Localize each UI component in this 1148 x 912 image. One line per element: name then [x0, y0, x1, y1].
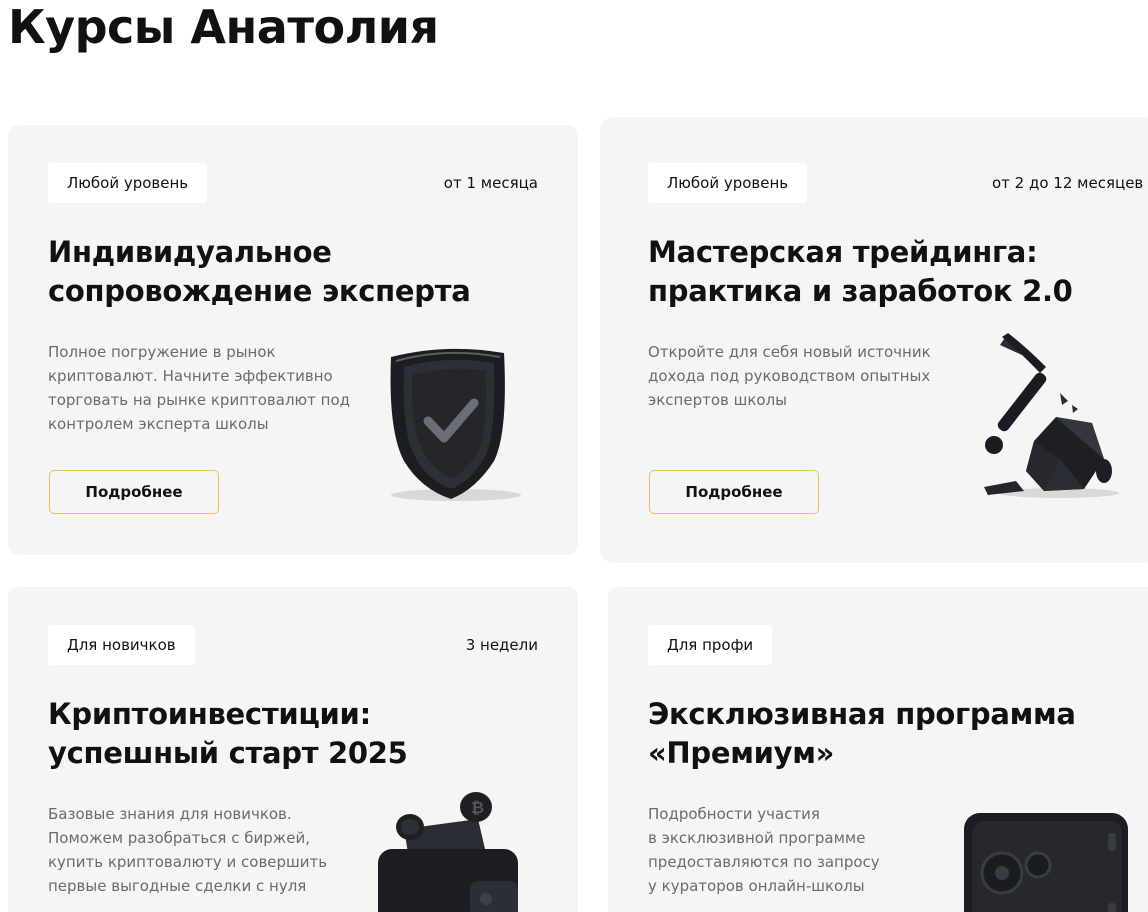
page-title: Курсы Анатолия [8, 0, 439, 54]
course-card-premium: Для профи Эксклюзивная программа «Премиу… [608, 587, 1148, 912]
course-title: Криптоинвестиции: успешный старт 2025 [48, 697, 408, 770]
level-badge: Любой уровень [648, 163, 808, 203]
level-badge: Для профи [648, 625, 773, 665]
course-description: Полное погружение в рынок криптовалют. Н… [48, 343, 351, 433]
safe-icon [964, 813, 1128, 912]
courses-page: Курсы Анатолия Любой уровень от 1 месяца… [0, 0, 1148, 912]
course-card-individual: Любой уровень от 1 месяца Индивидуальное… [8, 125, 578, 555]
more-button[interactable]: Подробнее [649, 470, 819, 514]
course-description: Базовые знания для новичков. Поможем раз… [48, 805, 328, 895]
course-card-crypto-investment: Для новичков 3 недели Криптоинвестиции: … [8, 587, 578, 912]
course-duration: от 1 месяца [443, 174, 538, 192]
course-card-trading-workshop: Любой уровень от 2 до 12 месяцев Мастерс… [600, 117, 1148, 563]
svg-text:₿: ₿ [471, 798, 484, 817]
course-title: Мастерская трейдинга: практика и заработ… [648, 235, 1073, 308]
level-badge: Любой уровень [48, 163, 208, 203]
more-button[interactable]: Подробнее [49, 470, 219, 514]
course-duration: 3 недели [465, 636, 538, 654]
level-badge: Для новичков [48, 625, 195, 665]
course-description: Откройте для себя новый источник дохода … [648, 343, 931, 409]
course-title: Индивидуальное сопровождение эксперта [48, 235, 471, 308]
course-duration: от 2 до 12 месяцев [992, 174, 1144, 192]
pickaxe-icon [984, 333, 1119, 498]
wallet-coins-icon: ₿ [378, 792, 518, 912]
shield-check-icon [390, 348, 521, 501]
course-title: Эксклюзивная программа «Премиум» [648, 697, 1076, 770]
course-description: Подробности участия в эксклюзивной прогр… [648, 805, 880, 895]
